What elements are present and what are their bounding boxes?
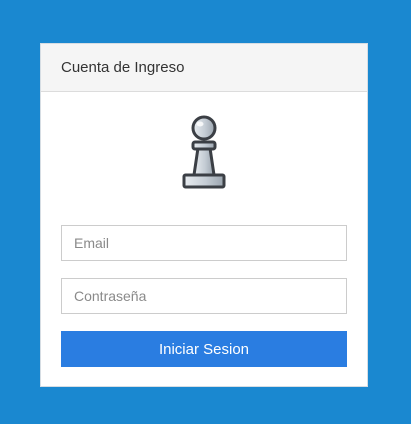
login-title: Cuenta de Ingreso (61, 59, 185, 76)
chess-pawn-icon (182, 115, 226, 189)
login-card: Cuenta de Ingreso Email Iniciar Sesion (40, 43, 368, 387)
login-card-header: Cuenta de Ingreso (41, 44, 367, 92)
login-button[interactable]: Iniciar Sesion (61, 331, 347, 367)
logo-container (41, 112, 367, 192)
password-field[interactable] (61, 278, 347, 314)
email-field[interactable] (61, 225, 347, 261)
